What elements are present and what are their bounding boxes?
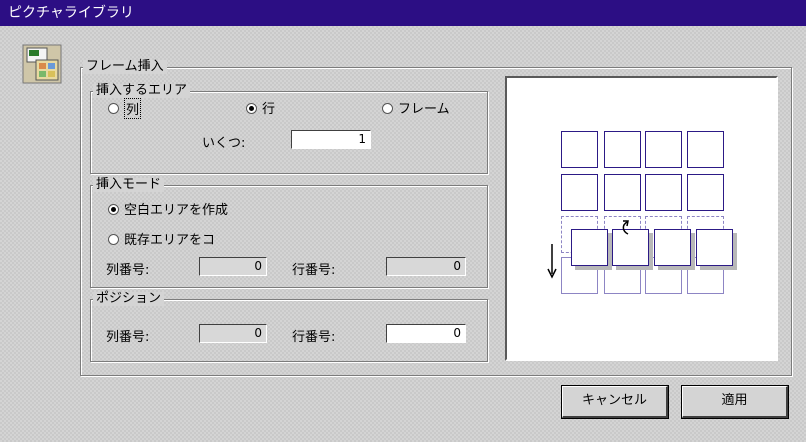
frame-cell xyxy=(687,174,724,211)
down-arrow-icon xyxy=(547,244,557,279)
radio-column[interactable] xyxy=(108,103,119,114)
picture-library-icon xyxy=(22,44,62,84)
inserted-cell xyxy=(696,229,733,266)
mode-col-input[interactable]: 0 xyxy=(199,257,267,276)
frame-cell xyxy=(604,174,641,211)
radio-frame[interactable] xyxy=(382,103,393,114)
insert-area-label: 挿入するエリア xyxy=(93,84,191,98)
window-title: ピクチャライブラリ xyxy=(0,0,806,26)
radio-copy-existing[interactable] xyxy=(108,234,119,245)
radio-copy-existing-label: 既存エリアをコ xyxy=(124,233,216,248)
radio-row-label: 行 xyxy=(262,102,276,117)
count-input[interactable]: 1 xyxy=(291,130,371,149)
frame-insert-label: フレーム挿入 xyxy=(83,60,167,74)
radio-create-blank[interactable] xyxy=(108,204,119,215)
frame-cell xyxy=(645,174,682,211)
cancel-button[interactable]: キャンセル xyxy=(561,385,669,419)
frame-cell xyxy=(561,174,598,211)
insert-preview xyxy=(505,76,778,361)
mode-row-input[interactable]: 0 xyxy=(386,257,466,276)
inserted-cell xyxy=(571,229,608,266)
apply-button[interactable]: 適用 xyxy=(681,385,789,419)
inserted-cell xyxy=(654,229,691,266)
mode-row-label: 行番号: xyxy=(292,263,336,278)
frame-cell xyxy=(687,131,724,168)
frame-cell xyxy=(561,131,598,168)
position-row-input[interactable]: 0 xyxy=(386,324,466,343)
insert-mode-label: 挿入モード xyxy=(93,178,165,192)
count-label: いくつ: xyxy=(202,136,246,151)
frame-cell xyxy=(645,131,682,168)
frame-cell xyxy=(604,131,641,168)
radio-column-label: 列 xyxy=(124,98,142,119)
radio-create-blank-label: 空白エリアを作成 xyxy=(124,203,229,218)
position-row-label: 行番号: xyxy=(292,330,336,345)
radio-frame-label: フレーム xyxy=(398,102,450,117)
position-label: ポジション xyxy=(93,292,165,306)
radio-row[interactable] xyxy=(246,103,257,114)
position-col-label: 列番号: xyxy=(106,330,150,345)
curved-arrow-icon xyxy=(622,220,629,235)
mode-col-label: 列番号: xyxy=(106,263,150,278)
position-col-input[interactable]: 0 xyxy=(199,324,267,343)
